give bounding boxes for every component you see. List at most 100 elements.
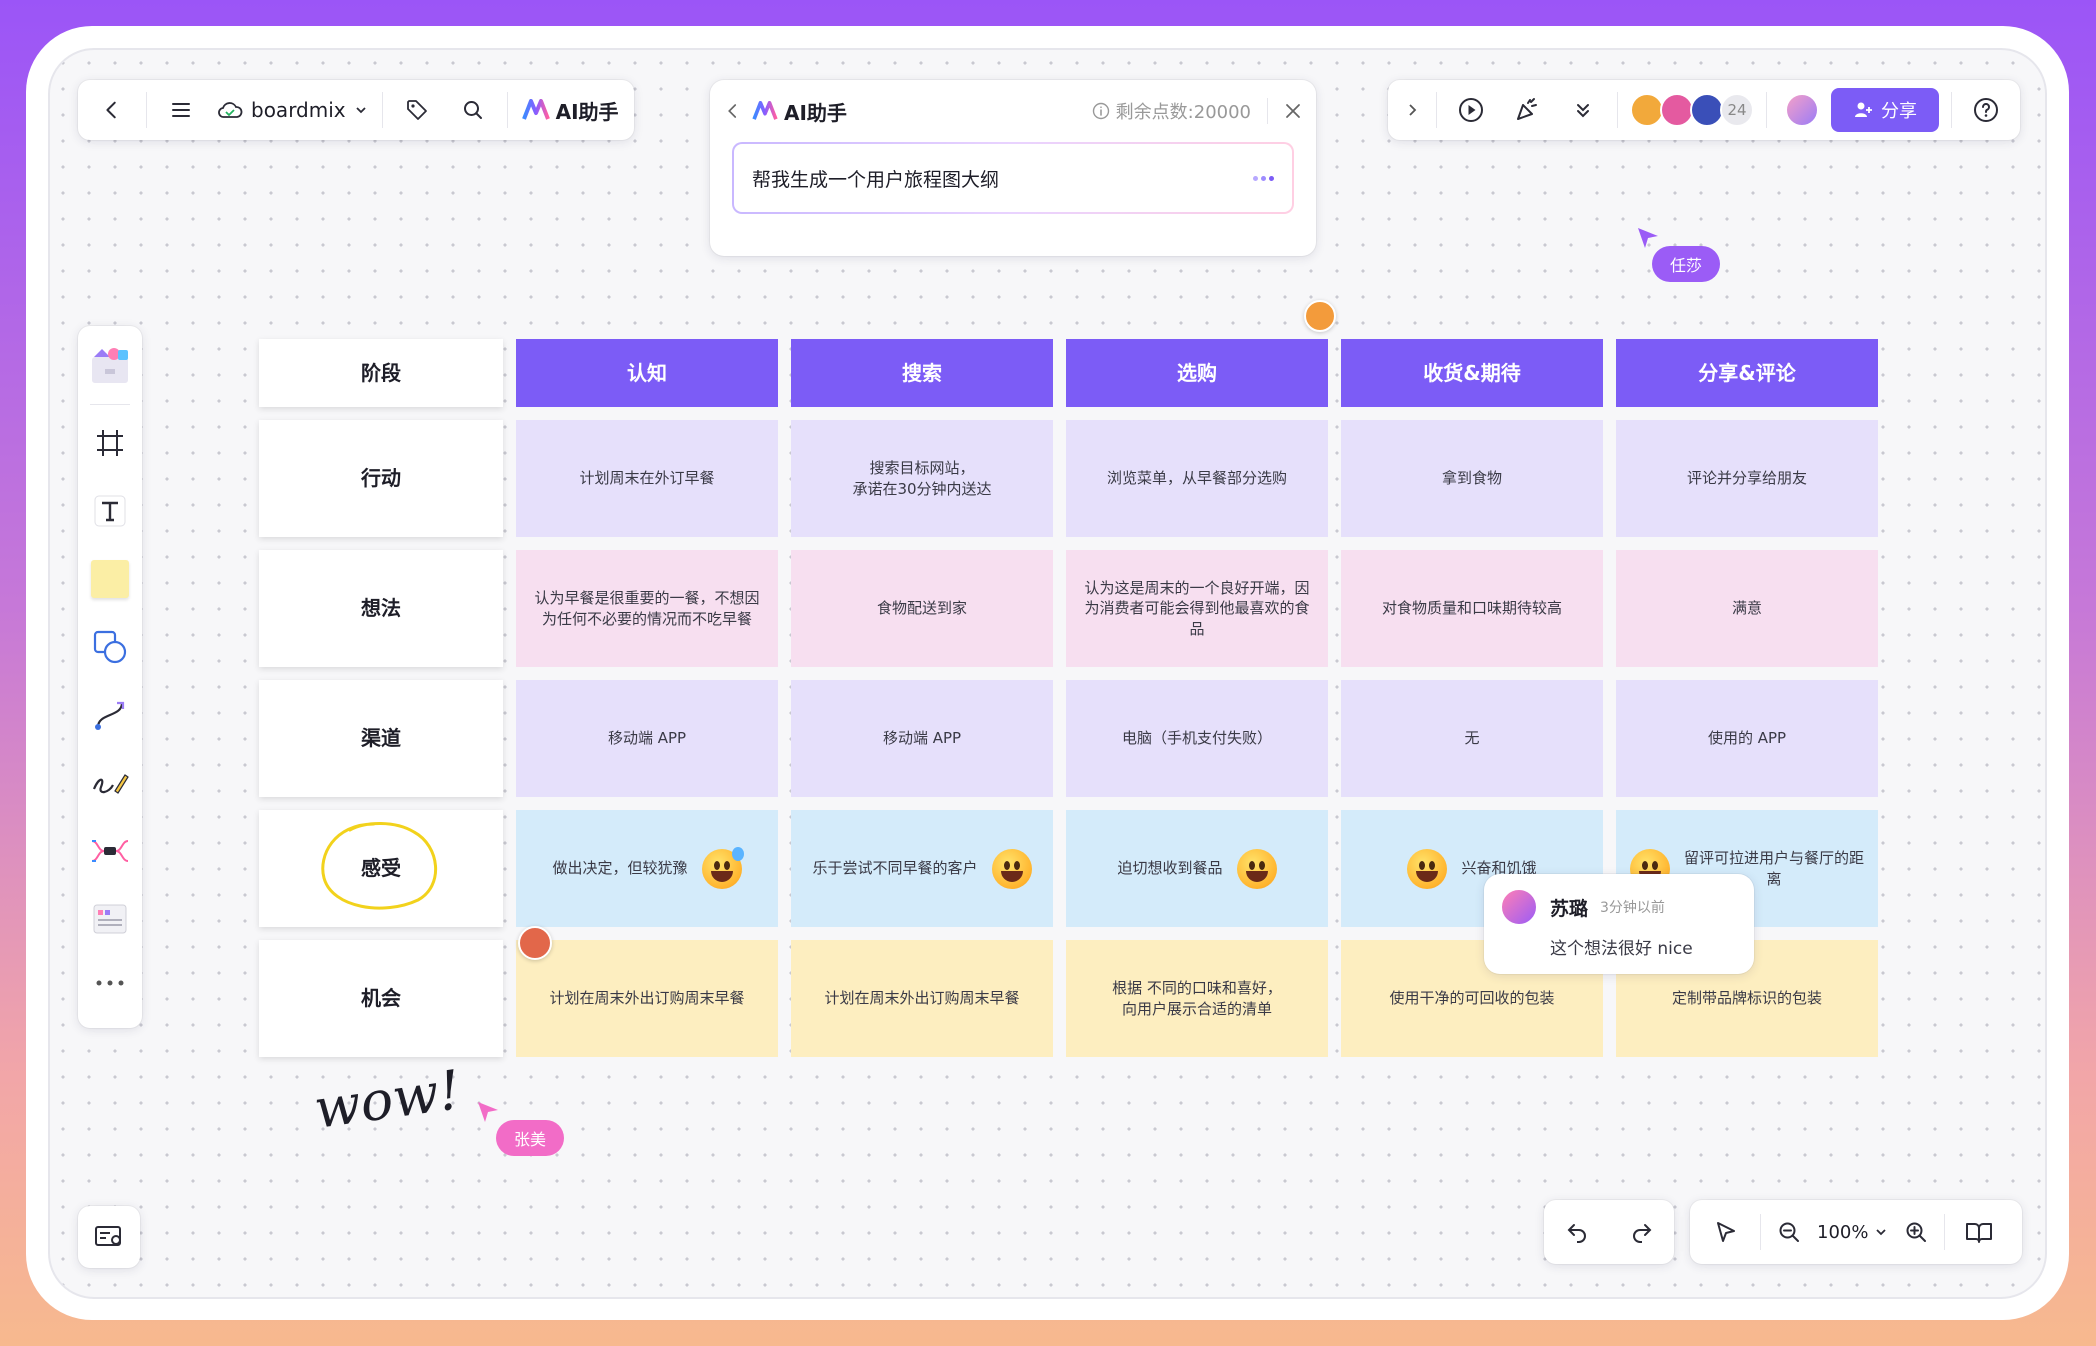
journey-cell[interactable]: 食物配送到家: [791, 550, 1053, 667]
table-icon[interactable]: [82, 885, 138, 953]
comment-bubble[interactable]: 苏璐 3分钟以前 这个想法很好 nice: [1484, 874, 1754, 974]
journey-cell[interactable]: 认为这是周末的一个良好开端，因为消费者可能会得到他最喜欢的食品: [1066, 550, 1328, 667]
row-label[interactable]: 想法: [259, 550, 503, 667]
divider: [1951, 92, 1952, 128]
journey-cell[interactable]: 移动端 APP: [791, 680, 1053, 797]
row-label-text: 行动: [361, 466, 401, 490]
credits-remaining: 剩余点数:20000: [1115, 102, 1251, 123]
handwriting-text: wow!: [310, 1058, 465, 1141]
stage-header[interactable]: 认知: [516, 339, 778, 407]
divider: [146, 92, 147, 128]
comment-time: 3分钟以前: [1600, 900, 1665, 916]
help-icon[interactable]: [1958, 82, 2014, 138]
minimap-button[interactable]: [78, 1206, 140, 1268]
stage-header[interactable]: 搜索: [791, 339, 1053, 407]
zoom-level-dropdown[interactable]: 100%: [1811, 1222, 1894, 1243]
journey-cell[interactable]: 计划在周末外出订购周末早餐: [791, 940, 1053, 1057]
journey-cell-text: 拿到食物: [1441, 469, 1502, 488]
journey-cell[interactable]: 迫切想收到餐品: [1066, 810, 1328, 927]
journey-cell-text: 食物配送到家: [876, 599, 967, 618]
whiteboard-canvas[interactable]: boardmix AI助手 AI助手 剩余点数:20000 帮我生成一个用户旅程…: [48, 48, 2047, 1299]
text-icon[interactable]: [82, 477, 138, 545]
more-icon[interactable]: [82, 953, 138, 1013]
sticky-note-icon[interactable]: [82, 545, 138, 613]
celebrate-icon[interactable]: [1499, 82, 1555, 138]
divider: [506, 92, 508, 128]
mindmap-icon[interactable]: [82, 817, 138, 885]
board-name-dropdown[interactable]: boardmix: [209, 98, 376, 122]
select-cursor-icon[interactable]: [1698, 1204, 1754, 1260]
stage-header-text: 认知: [627, 360, 667, 385]
stage-header-text: 搜索: [902, 360, 942, 385]
menu-icon[interactable]: [153, 82, 209, 138]
journey-cell-text: 计划在周末外出订购周末早餐: [549, 989, 745, 1008]
search-icon[interactable]: [445, 82, 501, 138]
share-label: 分享: [1881, 101, 1917, 122]
journey-cell-text: 移动端 APP: [607, 729, 687, 748]
journey-cell-text: 浏览菜单，从早餐部分选购: [1106, 469, 1287, 488]
pen-icon[interactable]: [82, 749, 138, 817]
journey-cell[interactable]: 电脑（手机支付失败）: [1066, 680, 1328, 797]
zoom-out-icon[interactable]: [1767, 1204, 1811, 1260]
row-label[interactable]: 渠道: [259, 680, 503, 797]
frame-icon[interactable]: [82, 409, 138, 477]
journey-cell[interactable]: 搜索目标网站， 承诺在30分钟内送达: [791, 420, 1053, 537]
stage-header[interactable]: 收货&期待: [1341, 339, 1603, 407]
journey-cell[interactable]: 无: [1341, 680, 1603, 797]
double-chevron-down-icon[interactable]: [1555, 82, 1611, 138]
journey-cell-text: 使用干净的可回收的包装: [1389, 989, 1555, 1008]
divider: [1617, 92, 1618, 128]
close-icon[interactable]: [1284, 102, 1302, 120]
journey-cell[interactable]: 乐于尝试不同早餐的客户: [791, 810, 1053, 927]
journey-cell[interactable]: 拿到食物: [1341, 420, 1603, 537]
journey-cell[interactable]: 认为早餐是很重要的一餐，不想因为任何不必要的情况而不吃早餐: [516, 550, 778, 667]
stage-header[interactable]: 分享&评论: [1616, 339, 1878, 407]
redo-icon[interactable]: [1614, 1204, 1670, 1260]
collaborator-avatars[interactable]: 24: [1624, 93, 1760, 127]
journey-cell-text: 定制带品牌标识的包装: [1671, 989, 1822, 1008]
journey-cell[interactable]: 移动端 APP: [516, 680, 778, 797]
cursor-label-renshai: 任莎: [1652, 246, 1721, 282]
row-label-text: 想法: [361, 596, 401, 620]
avatar: [1630, 93, 1664, 127]
connector-icon[interactable]: [82, 681, 138, 749]
back-icon[interactable]: [724, 102, 742, 120]
row-label[interactable]: 行动: [259, 420, 503, 537]
chevron-right-icon[interactable]: [1394, 82, 1430, 138]
journey-cell-text: 使用的 APP: [1707, 729, 1787, 748]
journey-cell[interactable]: 浏览菜单，从早餐部分选购: [1066, 420, 1328, 537]
cursor-icon: [1638, 228, 1658, 248]
comment-author: 苏璐: [1550, 897, 1589, 920]
journey-cell[interactable]: 计划周末在外订早餐: [516, 420, 778, 537]
journey-cell[interactable]: 计划在周末外出订购周末早餐: [516, 940, 778, 1057]
divider: [381, 92, 383, 128]
journey-cell-text: 移动端 APP: [882, 729, 962, 748]
cursor-icon: [478, 1102, 498, 1122]
journey-cell[interactable]: 评论并分享给朋友: [1616, 420, 1878, 537]
row-label[interactable]: 机会: [259, 940, 503, 1057]
tag-icon[interactable]: [389, 82, 445, 138]
back-icon[interactable]: [84, 82, 140, 138]
template-icon[interactable]: [82, 334, 138, 400]
add-user-icon: [1853, 100, 1873, 120]
ai-assistant-button[interactable]: AI助手: [514, 96, 627, 125]
stage-header[interactable]: 选购: [1066, 339, 1328, 407]
zoom-toolbar: 100%: [1690, 1200, 2022, 1264]
ai-prompt-input[interactable]: 帮我生成一个用户旅程图大纲: [732, 142, 1294, 214]
journey-cell[interactable]: 做出决定，但较犹豫: [516, 810, 778, 927]
journey-cell[interactable]: 使用的 APP: [1616, 680, 1878, 797]
play-icon[interactable]: [1443, 82, 1499, 138]
journey-cell[interactable]: 根据 不同的口味和喜好， 向用户展示合适的清单: [1066, 940, 1328, 1057]
journey-cell-text: 计划在周末外出订购周末早餐: [824, 989, 1020, 1008]
current-user-avatar[interactable]: [1785, 93, 1819, 127]
stage-header-text: 分享&评论: [1698, 360, 1796, 385]
divider: [1436, 92, 1437, 128]
journey-cell[interactable]: 满意: [1616, 550, 1878, 667]
share-button[interactable]: 分享: [1831, 88, 1939, 132]
undo-icon[interactable]: [1549, 1204, 1605, 1260]
shape-icon[interactable]: [82, 613, 138, 681]
zoom-in-icon[interactable]: [1894, 1204, 1938, 1260]
journey-cell[interactable]: 对食物质量和口味期待较高: [1341, 550, 1603, 667]
book-icon[interactable]: [1951, 1204, 2007, 1260]
board-name: boardmix: [251, 98, 346, 122]
